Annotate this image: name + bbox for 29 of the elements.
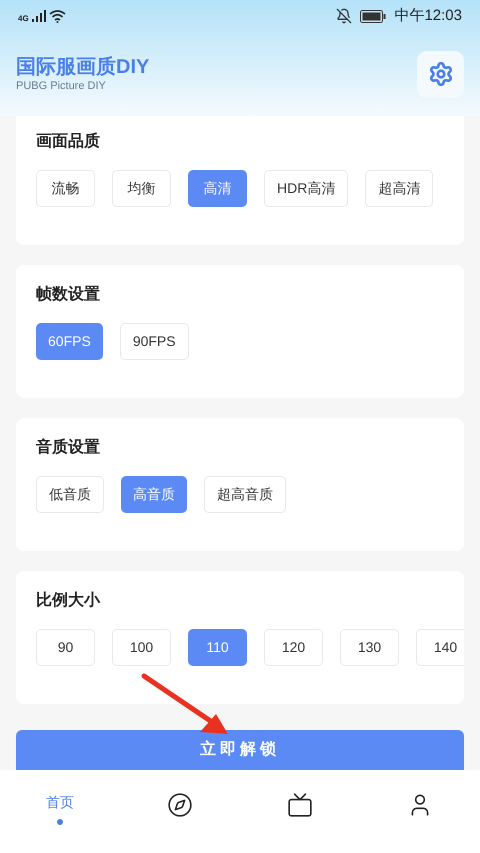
settings-icon <box>428 61 454 87</box>
compass-icon[interactable] <box>167 792 193 818</box>
option-button[interactable]: 流畅 <box>36 170 95 207</box>
nav-tab[interactable]: 首页 <box>46 792 74 813</box>
option-button[interactable]: HDR高清 <box>264 170 348 207</box>
section-title: 音质设置 <box>36 437 101 458</box>
wifi-icon <box>48 10 66 22</box>
option-button[interactable]: 120 <box>264 629 323 666</box>
tv-icon[interactable] <box>287 792 313 818</box>
option-button[interactable]: 超高音质 <box>204 476 286 513</box>
battery-icon <box>360 10 386 22</box>
option-button[interactable]: 140 <box>416 629 464 666</box>
bell-off-icon <box>336 8 352 24</box>
option-button[interactable]: 90FPS <box>120 323 189 360</box>
option-button[interactable]: 超高清 <box>365 170 434 207</box>
section-title: 画面品质 <box>36 131 101 152</box>
section-title: 帧数设置 <box>36 284 101 305</box>
network-label: 4G <box>18 13 29 25</box>
option-button[interactable]: 均衡 <box>112 170 171 207</box>
section-title: 比例大小 <box>36 590 102 611</box>
option-button[interactable]: 130 <box>340 629 399 666</box>
settings-button[interactable] <box>417 50 464 98</box>
option-button[interactable]: 90 <box>36 629 95 666</box>
app-title: 国际服画质DIY <box>16 56 150 76</box>
clock-time: 中午12:03 <box>394 6 462 26</box>
option-button[interactable]: 100 <box>112 629 171 666</box>
app-subtitle: PUBG Picture DIY <box>16 80 107 92</box>
signal-icon <box>32 10 46 22</box>
option-button[interactable]: 低音质 <box>36 476 104 513</box>
